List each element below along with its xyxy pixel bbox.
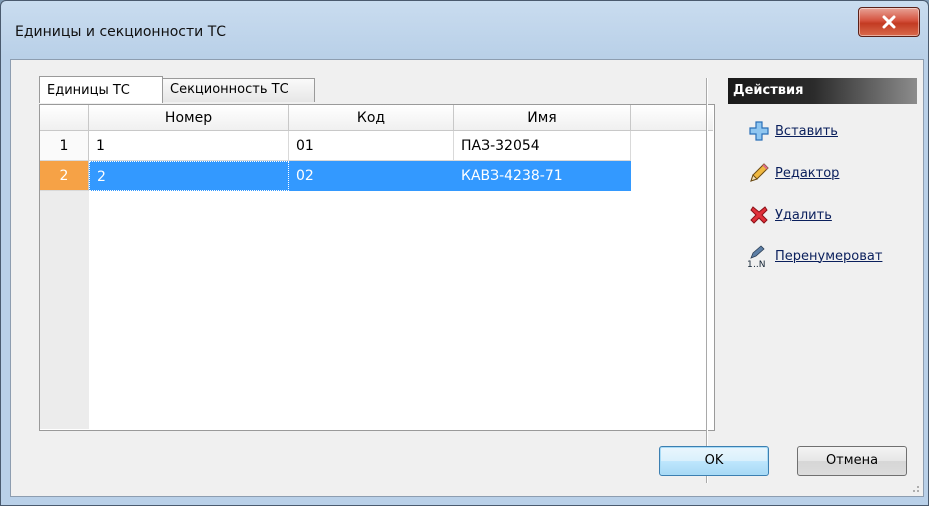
cell-number[interactable]: 2 [89, 161, 289, 191]
window-title: Единицы и секционности ТС [15, 24, 227, 40]
renumber-action[interactable]: 1 ..N Перенумероват [747, 243, 882, 269]
ok-button[interactable]: OK [659, 446, 769, 476]
actions-header: Действия [728, 78, 917, 104]
tab-units[interactable]: Единицы ТС [39, 76, 163, 103]
dialog-client-area: Единицы ТС Секционность ТС Номер Код Имя… [10, 59, 924, 497]
cell-name[interactable]: ПАЗ-32054 [454, 131, 631, 161]
dialog-window: Единицы и секционности ТС Единицы ТС Сек… [0, 0, 929, 506]
row-number[interactable]: 1 [40, 131, 89, 161]
tab-sectionality[interactable]: Секционность ТС [162, 78, 315, 102]
column-header-number[interactable]: Номер [89, 105, 289, 131]
cell-code[interactable]: 01 [289, 131, 454, 161]
delete-x-icon [747, 203, 771, 227]
title-bar[interactable]: Единицы и секционности ТС [1, 1, 928, 61]
row-number[interactable]: 2 [40, 161, 89, 191]
cancel-button[interactable]: Отмена [797, 446, 907, 476]
panel-divider [706, 78, 707, 483]
column-header-name[interactable]: Имя [454, 105, 631, 131]
svg-text:..N: ..N [753, 260, 765, 268]
edit-action-label: Редактор [775, 165, 840, 181]
renumber-icon: 1 ..N [747, 244, 771, 268]
units-grid[interactable]: Номер Код Имя 1 1 01 ПАЗ-32054 2 2 02 КА… [40, 105, 713, 429]
grid-corner-header [40, 105, 89, 131]
tab-panel-units: Номер Код Имя 1 1 01 ПАЗ-32054 2 2 02 КА… [39, 104, 715, 431]
close-icon [882, 15, 896, 29]
delete-action-label: Удалить [775, 207, 832, 223]
plus-icon [747, 119, 771, 143]
svg-text:1: 1 [747, 260, 753, 268]
pencil-icon [747, 161, 771, 185]
delete-action[interactable]: Удалить [747, 202, 832, 228]
cell-name[interactable]: КАВЗ-4238-71 [454, 161, 631, 191]
resize-grip-icon[interactable] [910, 483, 920, 493]
close-button[interactable] [858, 7, 920, 37]
insert-action-label: Вставить [775, 123, 838, 139]
cell-code[interactable]: 02 [289, 161, 454, 191]
cell-number[interactable]: 1 [89, 131, 289, 161]
renumber-action-label: Перенумероват [775, 248, 883, 264]
column-header-code[interactable]: Код [289, 105, 454, 131]
edit-action[interactable]: Редактор [747, 160, 839, 186]
column-header-filler [631, 105, 713, 131]
insert-action[interactable]: Вставить [747, 118, 838, 144]
